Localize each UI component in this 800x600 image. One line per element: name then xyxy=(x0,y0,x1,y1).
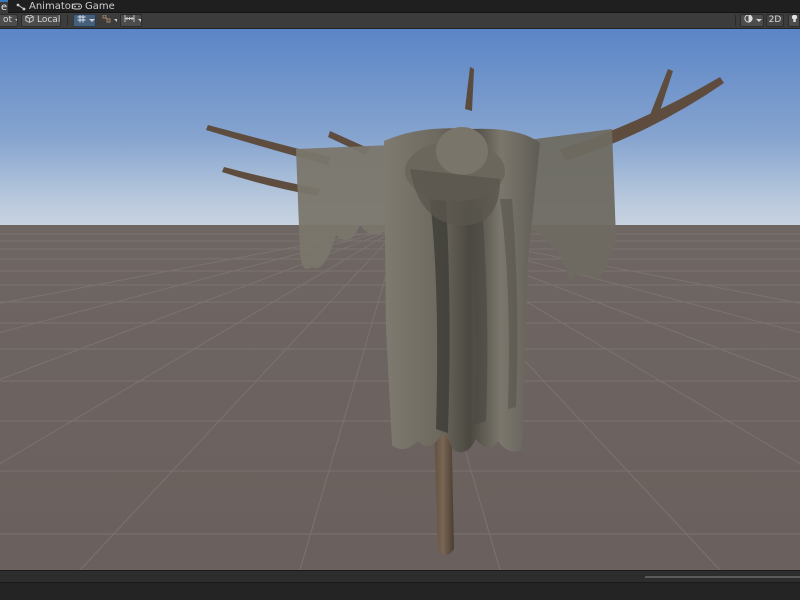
scene-viewport[interactable] xyxy=(0,29,800,570)
editor-tab-bar: e Animator Game xyxy=(0,0,800,13)
scene-toolbar: ot Local 2D xyxy=(0,13,800,29)
viewport-bottom-bar xyxy=(0,570,800,582)
2d-mode-button[interactable]: 2D xyxy=(766,14,784,27)
pivot-dropdown[interactable]: ot xyxy=(0,14,18,27)
cube-icon xyxy=(25,15,34,26)
horizontal-scrollbar[interactable] xyxy=(645,576,800,578)
pivot-label: ot xyxy=(3,15,13,25)
game-controller-icon xyxy=(72,3,82,10)
snap-icon xyxy=(102,15,111,26)
tab-animator[interactable]: Animator xyxy=(16,0,75,13)
grid-toggle-button[interactable] xyxy=(73,14,96,27)
scene-lighting-button[interactable] xyxy=(788,14,800,27)
chevron-down-icon xyxy=(756,19,762,22)
grid-icon xyxy=(77,15,86,26)
tab-animator-label: Animator xyxy=(29,1,75,12)
toolbar-divider xyxy=(735,15,736,26)
chevron-down-icon xyxy=(138,19,141,22)
shading-mode-dropdown[interactable] xyxy=(740,14,764,27)
2d-mode-label: 2D xyxy=(768,15,782,25)
snap-toggle-button[interactable] xyxy=(98,14,118,27)
light-bulb-icon xyxy=(791,15,798,26)
increment-snap-button[interactable] xyxy=(120,14,142,27)
increment-snap-icon xyxy=(124,15,135,26)
handle-rotation-label: Local xyxy=(37,15,61,25)
chevron-down-icon xyxy=(89,19,95,22)
scene-render xyxy=(0,29,800,570)
toolbar-divider xyxy=(67,15,68,26)
circle-shading-icon xyxy=(744,15,753,26)
tab-scene[interactable]: e xyxy=(0,0,8,13)
chevron-down-icon xyxy=(114,19,117,22)
animator-icon xyxy=(16,3,26,11)
handle-rotation-dropdown[interactable]: Local xyxy=(21,14,61,27)
status-bar xyxy=(0,582,800,600)
chevron-down-icon xyxy=(15,19,17,22)
tab-game-label: Game xyxy=(85,1,115,12)
tab-game[interactable]: Game xyxy=(72,0,115,13)
